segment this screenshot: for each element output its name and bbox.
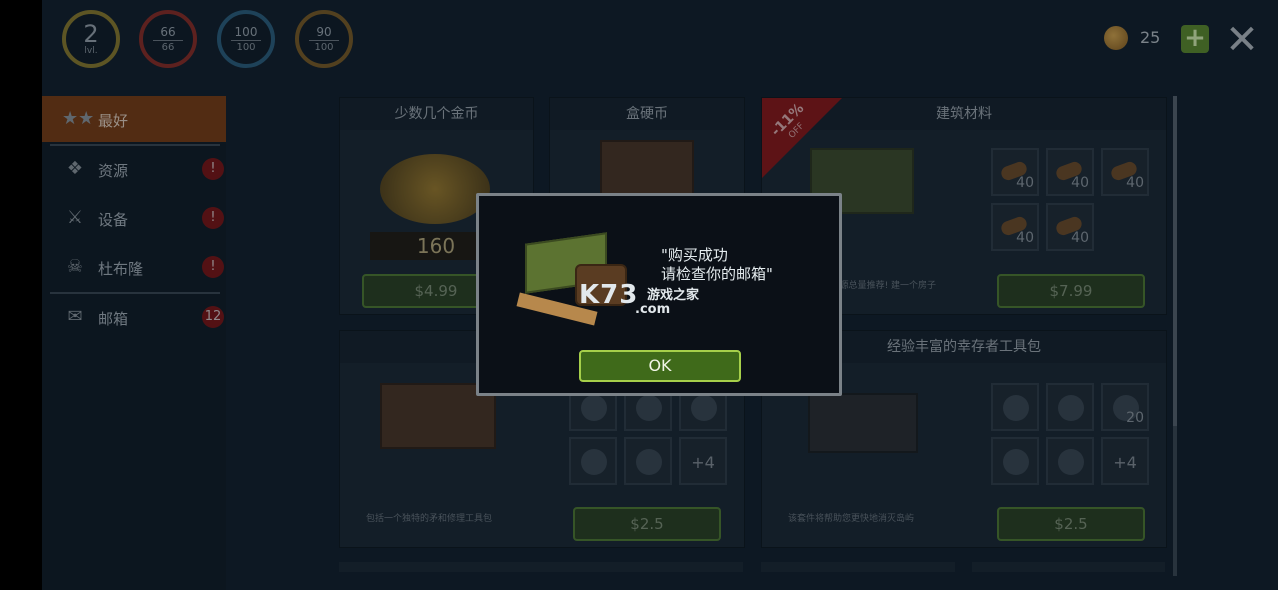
purchase-success-dialog: "购买成功 请检查你的邮箱" K73 游戏之家 .com OK [476, 193, 842, 396]
dialog-message-line1: "购买成功 [661, 246, 728, 264]
watermark-k73: K73 [579, 280, 639, 310]
watermark-com: .com [635, 302, 671, 317]
ok-button[interactable]: OK [579, 350, 741, 382]
dialog-message: "购买成功 请检查你的邮箱" [661, 246, 773, 284]
watermark-cn: 游戏之家 [647, 288, 700, 303]
dialog-message-line2: 请检查你的邮箱" [661, 265, 773, 283]
left-black-bar [0, 0, 42, 590]
watermark: K73 游戏之家 .com [579, 280, 699, 317]
